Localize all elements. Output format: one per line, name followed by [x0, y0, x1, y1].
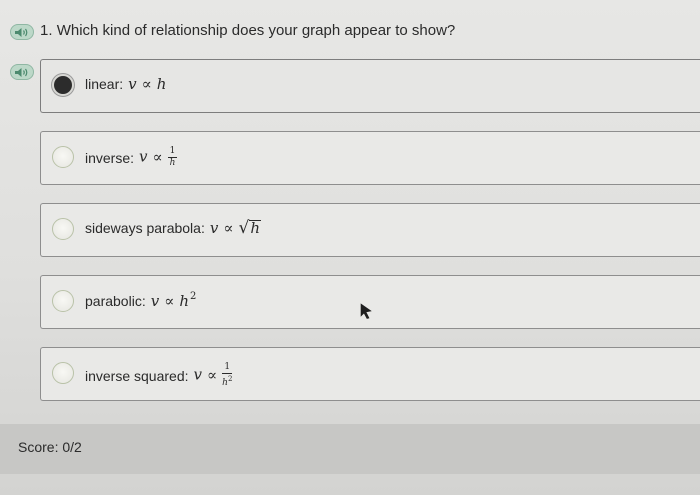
formula-rhs: h: [179, 292, 190, 310]
formula-rhs: h: [156, 75, 167, 93]
formula-lhs: v: [209, 219, 219, 237]
proportional-symbol: ∝: [152, 147, 163, 166]
question-audio-button[interactable]: [10, 24, 34, 40]
question-number: 1.: [40, 22, 53, 39]
radicand: h: [249, 219, 262, 237]
question-text: 1. Which kind of relationship does your …: [40, 22, 455, 39]
option-inverse-text: inverse: v ∝ 1 h: [85, 146, 178, 168]
proportional-symbol: ∝: [164, 292, 175, 310]
formula-lhs: v: [193, 365, 202, 384]
fraction: 1 h2: [222, 363, 232, 388]
option-linear-text: linear: v ∝ h: [85, 75, 166, 93]
fraction-denominator: h2: [222, 374, 232, 388]
option-formula: v ∝ h2: [151, 291, 197, 310]
options-audio-button[interactable]: [10, 64, 34, 80]
option-label: inverse:: [85, 149, 135, 166]
option-inverse-squared-text: inverse squared: v ∝ 1 h2: [85, 363, 232, 388]
score-bar: Score: 0/2: [0, 424, 700, 474]
proportional-symbol: ∝: [207, 365, 218, 384]
question-prompt: Which kind of relationship does your gra…: [56, 22, 456, 39]
radio-inverse-squared[interactable]: [52, 362, 74, 384]
option-inverse-squared[interactable]: inverse squared: v ∝ 1 h2: [40, 347, 700, 401]
formula-lhs: v: [150, 292, 160, 310]
fraction-denominator: h: [169, 158, 176, 168]
option-inverse[interactable]: inverse: v ∝ 1 h: [40, 131, 700, 185]
radio-inverse[interactable]: [52, 146, 74, 168]
mouse-cursor-icon: [360, 303, 372, 319]
option-linear[interactable]: linear: v ∝ h: [40, 59, 700, 113]
radio-linear[interactable]: [52, 74, 74, 96]
option-formula: v ∝ h: [128, 75, 166, 93]
fraction: 1h: [167, 146, 178, 168]
option-sideways-parabola-text: sideways parabola: v ∝ √ h: [85, 218, 262, 238]
proportional-symbol: ∝: [223, 219, 234, 237]
radio-sideways-parabola[interactable]: [52, 218, 74, 240]
speaker-icon: [15, 27, 28, 37]
radical-sign: √: [238, 218, 250, 238]
option-formula: v ∝ 1 h2: [194, 363, 233, 388]
option-parabolic-text: parabolic: v ∝ h2: [85, 291, 196, 310]
option-label: linear:: [85, 76, 124, 92]
fraction-numerator: 1: [222, 362, 233, 374]
formula-lhs: v: [139, 147, 148, 166]
score-value: 0/2: [62, 439, 82, 455]
option-label: sideways parabola:: [85, 220, 205, 236]
option-label: inverse squared:: [85, 367, 189, 384]
option-label: parabolic:: [85, 292, 146, 309]
score-text: Score: 0/2: [18, 439, 82, 455]
square-root: √ h: [238, 218, 262, 238]
radio-parabolic[interactable]: [52, 290, 74, 312]
exponent: 2: [190, 291, 197, 302]
option-formula: v ∝ √ h: [209, 218, 262, 238]
proportional-symbol: ∝: [141, 75, 152, 93]
option-parabolic[interactable]: parabolic: v ∝ h2: [40, 275, 700, 329]
fraction-numerator: 1: [167, 146, 178, 158]
option-sideways-parabola[interactable]: sideways parabola: v ∝ √ h: [40, 203, 700, 257]
quiz-page: 1. Which kind of relationship does your …: [0, 0, 700, 495]
speaker-icon: [15, 67, 28, 77]
formula-lhs: v: [128, 75, 137, 93]
denominator-exponent: 2: [227, 375, 233, 383]
score-label: Score:: [18, 439, 59, 455]
option-formula: v ∝ 1 h: [139, 146, 178, 168]
